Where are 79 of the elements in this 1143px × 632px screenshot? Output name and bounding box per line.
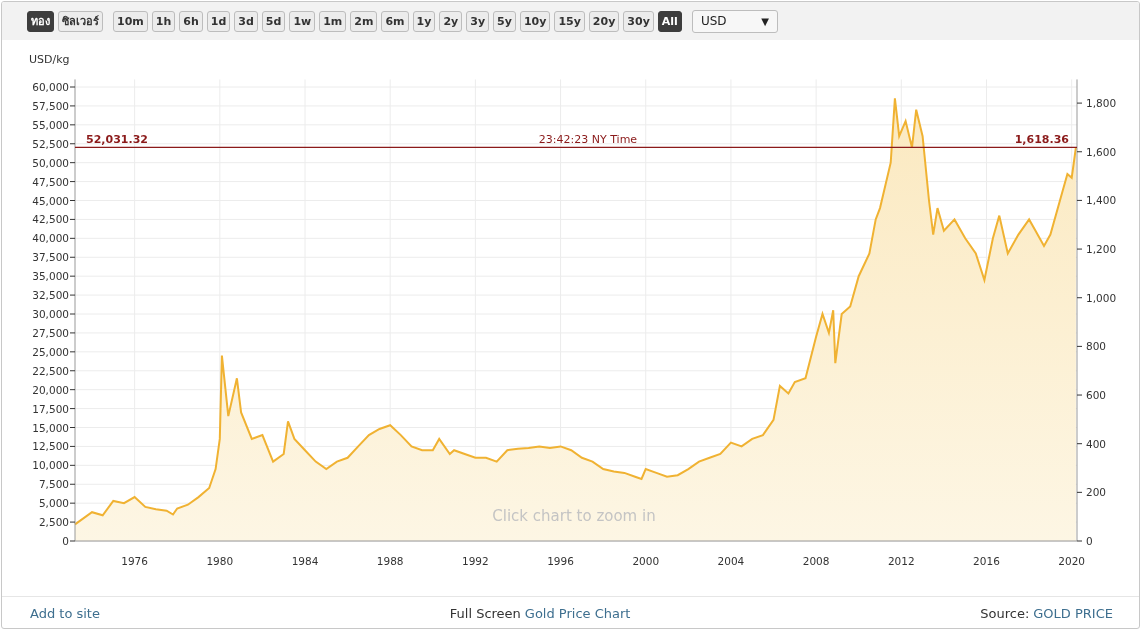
y-axis-label: 32,500 bbox=[32, 289, 69, 302]
range-button[interactable]: 15y bbox=[554, 10, 585, 32]
currency-select[interactable]: USD ▼ bbox=[691, 9, 778, 33]
y-axis-label: 52,500 bbox=[32, 137, 69, 150]
y-axis-label: 0 bbox=[1086, 535, 1093, 547]
source-link[interactable]: GOLD PRICE bbox=[1033, 605, 1113, 621]
metal-tab[interactable]: ทอง bbox=[27, 10, 54, 32]
y-axis-label: 27,500 bbox=[32, 326, 69, 339]
x-axis-label: 2012 bbox=[887, 555, 915, 567]
range-button[interactable]: 1w bbox=[289, 10, 316, 32]
y-axis-label: 1,600 bbox=[1086, 145, 1117, 158]
y-axis-label: 600 bbox=[1086, 389, 1107, 402]
range-button[interactable]: 1d bbox=[206, 10, 231, 32]
range-button[interactable]: 5d bbox=[261, 10, 286, 32]
range-button[interactable]: 2m bbox=[350, 10, 378, 32]
y-axis-label: 60,000 bbox=[32, 81, 69, 93]
y-axis-label: 1,000 bbox=[1086, 291, 1117, 304]
y-axis-label: 12,500 bbox=[32, 440, 69, 453]
y-axis-label: 22,500 bbox=[32, 364, 69, 377]
range-button[interactable]: All bbox=[657, 10, 682, 32]
range-button[interactable]: 1y bbox=[412, 10, 436, 32]
y-axis-label: 0 bbox=[62, 535, 69, 547]
y-axis-label: 5,000 bbox=[38, 497, 69, 510]
x-axis-label: 2000 bbox=[632, 555, 660, 567]
range-button[interactable]: 30y bbox=[623, 10, 654, 32]
range-button[interactable]: 6h bbox=[179, 10, 203, 32]
x-axis-label: 1992 bbox=[462, 555, 489, 567]
current-time-label: 23:42:23 NY Time bbox=[538, 133, 638, 147]
x-axis-label: 1996 bbox=[547, 555, 574, 567]
add-to-site-link[interactable]: Add to site bbox=[30, 605, 100, 621]
range-button[interactable]: 3d bbox=[234, 10, 258, 32]
y-axis-label: 1,400 bbox=[1086, 194, 1117, 207]
y-axis-label: 400 bbox=[1086, 437, 1107, 450]
range-button[interactable]: 1h bbox=[151, 10, 176, 32]
range-button[interactable]: 5y bbox=[493, 10, 516, 32]
y-axis-label: 50,000 bbox=[32, 156, 69, 169]
zoom-hint: Click chart to zoom in bbox=[492, 507, 656, 525]
range-button[interactable]: 10m bbox=[113, 10, 148, 32]
y-axis-label: 2,500 bbox=[38, 516, 69, 529]
range-button[interactable]: 10y bbox=[519, 10, 551, 32]
range-button[interactable]: 20y bbox=[588, 10, 620, 32]
x-axis-label: 1980 bbox=[206, 555, 234, 567]
y-axis-label: 10,000 bbox=[32, 459, 69, 472]
y-axis-label: 17,500 bbox=[32, 402, 69, 415]
range-button[interactable]: 3y bbox=[466, 10, 490, 32]
y-axis-label: 30,000 bbox=[32, 308, 69, 320]
metal-tab[interactable]: ซิลเวอร์ bbox=[58, 10, 103, 32]
current-price-label: 52,031.32 bbox=[86, 133, 148, 147]
x-axis-label: 2020 bbox=[1058, 555, 1086, 567]
full-screen-text: Full Screen bbox=[449, 605, 521, 621]
y-axis-label: 200 bbox=[1086, 486, 1107, 499]
source-text: Source: bbox=[980, 605, 1030, 621]
y-axis-label: 1,800 bbox=[1086, 97, 1117, 110]
y-axis-label: 35,000 bbox=[32, 270, 69, 283]
axis-unit-label: USD/kg bbox=[29, 53, 70, 66]
chart-link[interactable]: Gold Price Chart bbox=[524, 605, 631, 621]
y-axis-label: 40,000 bbox=[32, 232, 69, 245]
x-axis-label: 1988 bbox=[376, 555, 404, 567]
y-axis-label: 37,500 bbox=[32, 251, 69, 264]
x-axis-label: 2008 bbox=[802, 555, 830, 567]
range-button[interactable]: 1m bbox=[319, 10, 347, 32]
x-axis-label: 1984 bbox=[291, 555, 319, 567]
y-axis-label: 7,500 bbox=[38, 478, 69, 491]
current-price-label: 1,618.36 bbox=[1014, 133, 1069, 147]
x-axis-label: 2016 bbox=[973, 555, 1000, 567]
y-axis-label: 42,500 bbox=[32, 213, 69, 226]
x-axis-label: 1976 bbox=[121, 555, 148, 567]
y-axis-label: 1,200 bbox=[1086, 243, 1117, 256]
y-axis-label: 45,000 bbox=[32, 194, 69, 207]
y-axis-label: 800 bbox=[1086, 340, 1107, 353]
y-axis-label: 15,000 bbox=[32, 421, 69, 434]
y-axis-label: 25,000 bbox=[32, 345, 69, 358]
y-axis-label: 47,500 bbox=[32, 175, 69, 188]
y-axis-label: 57,500 bbox=[32, 99, 69, 112]
range-button[interactable]: 2y bbox=[439, 10, 463, 32]
y-axis-label: 20,000 bbox=[32, 383, 69, 396]
x-axis-label: 2004 bbox=[717, 555, 745, 567]
y-axis-label: 55,000 bbox=[32, 118, 69, 131]
range-button[interactable]: 6m bbox=[381, 10, 409, 32]
